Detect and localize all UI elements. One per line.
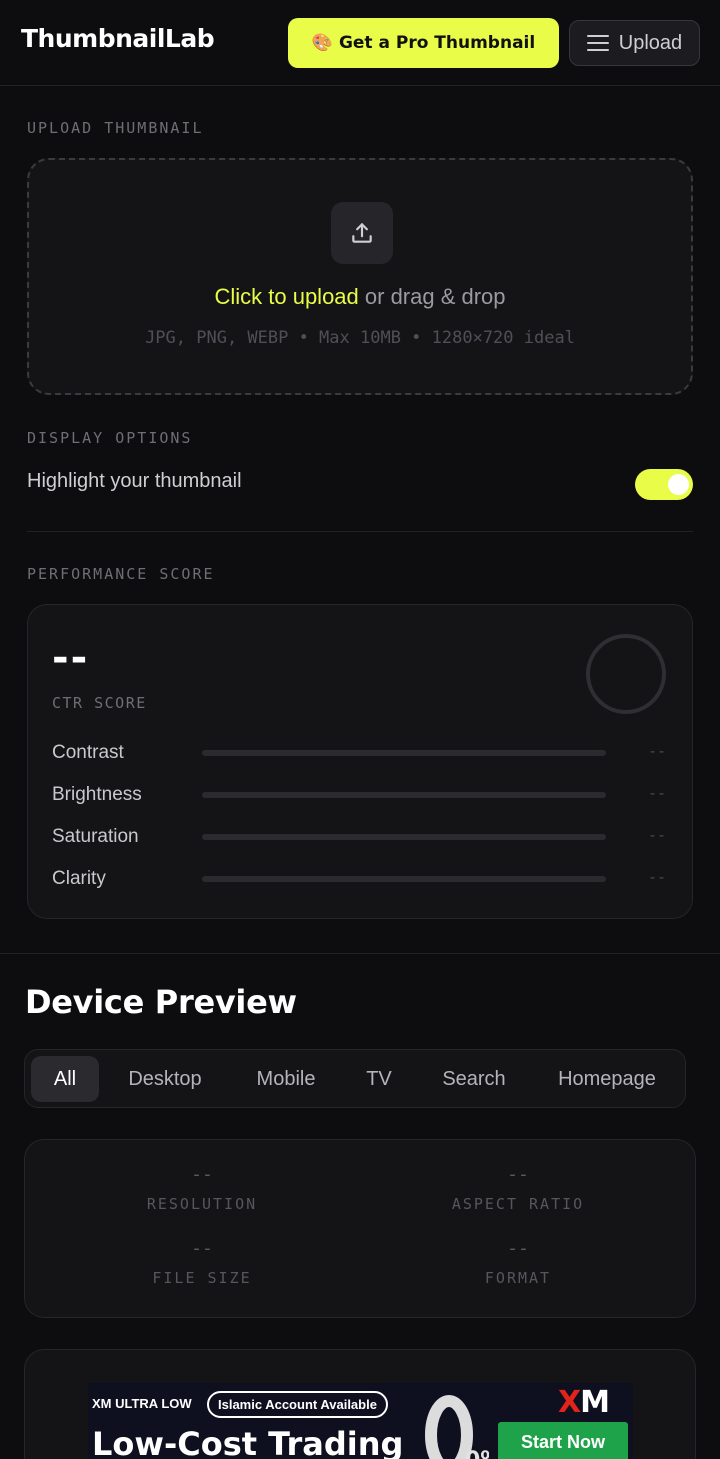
upload-section-label: UPLOAD THUMBNAIL — [27, 119, 204, 137]
ad-card: XM ULTRA LOW Islamic Account Available L… — [24, 1349, 696, 1459]
metric-brightness-label: Brightness — [52, 784, 142, 805]
metric-brightness-value: -- — [647, 784, 666, 802]
format-label: FORMAT — [484, 1269, 552, 1287]
score-ring — [586, 634, 666, 714]
tab-all[interactable]: All — [31, 1056, 99, 1102]
hamburger-menu-icon — [586, 35, 609, 51]
metric-clarity-bar — [202, 876, 606, 882]
ad-zero-percent-graphic: 0% — [421, 1385, 502, 1459]
highlight-toggle[interactable] — [635, 469, 693, 500]
file-size-label: FILE SIZE — [152, 1269, 252, 1287]
toggle-knob — [668, 474, 689, 495]
metric-contrast-value: -- — [647, 742, 666, 760]
resolution-value: -- — [191, 1164, 213, 1185]
tab-tv[interactable]: TV — [355, 1056, 403, 1102]
app-logo[interactable]: ThumbnailLab — [21, 24, 215, 53]
metric-saturation-value: -- — [647, 826, 666, 844]
ad-brand-logo: XM — [558, 1385, 610, 1420]
tab-search[interactable]: Search — [429, 1056, 519, 1102]
upload-dropzone[interactable]: Click to upload or drag & drop JPG, PNG,… — [27, 158, 693, 395]
section-divider — [0, 953, 720, 954]
upload-icon — [331, 202, 393, 264]
metric-brightness-bar — [202, 792, 606, 798]
pro-button-label: Get a Pro Thumbnail — [338, 33, 536, 53]
ad-headline: Low-Cost Trading — [92, 1425, 404, 1459]
metric-contrast-bar — [202, 750, 606, 756]
tab-desktop[interactable]: Desktop — [115, 1056, 215, 1102]
tab-mobile[interactable]: Mobile — [243, 1056, 329, 1102]
image-stats-card: -- RESOLUTION -- ASPECT RATIO -- FILE SI… — [24, 1139, 696, 1318]
ctr-score-label: CTR SCORE — [52, 694, 147, 712]
click-to-upload-link[interactable]: Click to upload — [214, 284, 358, 309]
performance-card: -- CTR SCORE Contrast -- Brightness -- S… — [27, 604, 693, 919]
ad-banner[interactable]: XM ULTRA LOW Islamic Account Available L… — [88, 1383, 633, 1459]
upload-hint: JPG, PNG, WEBP • Max 10MB • 1280×720 ide… — [145, 328, 575, 348]
device-tabs: All Desktop Mobile TV Search Homepage — [24, 1049, 686, 1108]
ctr-score-value: -- — [52, 635, 90, 681]
upload-cta-text: Click to upload or drag & drop — [29, 284, 691, 310]
device-preview-title: Device Preview — [25, 983, 297, 1021]
palette-icon: 🎨 — [311, 33, 333, 53]
app-header: ThumbnailLab 🎨 Get a Pro Thumbnail Uploa… — [0, 0, 720, 86]
ad-small-text: XM ULTRA LOW — [92, 1396, 192, 1411]
metric-clarity-label: Clarity — [52, 868, 106, 889]
highlight-toggle-label: Highlight your thumbnail — [27, 470, 242, 492]
upload-button-label: Upload — [618, 31, 683, 54]
section-divider — [27, 531, 693, 532]
metric-saturation-label: Saturation — [52, 826, 139, 847]
format-value: -- — [507, 1238, 529, 1259]
display-options-label: DISPLAY OPTIONS — [27, 429, 193, 447]
tab-homepage[interactable]: Homepage — [547, 1056, 667, 1102]
get-pro-thumbnail-button[interactable]: 🎨 Get a Pro Thumbnail — [288, 18, 559, 68]
file-size-value: -- — [191, 1238, 213, 1259]
ad-start-now-button[interactable]: Start Now — [498, 1422, 628, 1459]
resolution-label: RESOLUTION — [146, 1195, 258, 1213]
performance-score-label: PERFORMANCE SCORE — [27, 565, 215, 583]
metric-contrast-label: Contrast — [52, 742, 124, 763]
aspect-ratio-label: ASPECT RATIO — [451, 1195, 585, 1213]
aspect-ratio-value: -- — [507, 1164, 529, 1185]
upload-menu-button[interactable]: Upload — [569, 20, 700, 66]
metric-clarity-value: -- — [647, 868, 666, 886]
ad-pill: Islamic Account Available — [207, 1391, 388, 1418]
metric-saturation-bar — [202, 834, 606, 840]
ad-zero-text: 0% — [465, 1448, 489, 1459]
drag-drop-text: or drag & drop — [358, 284, 506, 309]
